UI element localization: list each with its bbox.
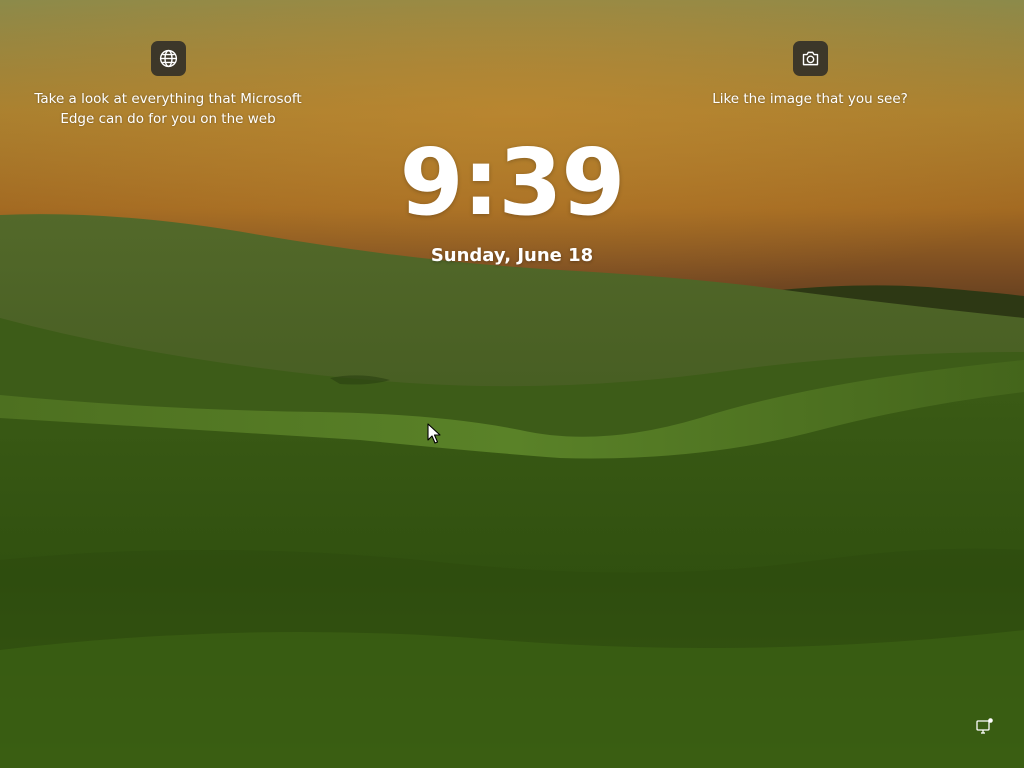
- camera-icon-button[interactable]: [792, 41, 828, 76]
- edge-widget[interactable]: Take a look at everything that Microsoft…: [28, 41, 308, 129]
- network-icon[interactable]: [975, 716, 995, 736]
- lock-screen-date: Sunday, June 18: [430, 245, 594, 266]
- edge-widget-text[interactable]: Take a look at everything that Microsoft…: [28, 89, 308, 129]
- lock-screen-time: 9:39: [399, 129, 626, 236]
- mouse-cursor-icon: [427, 423, 441, 445]
- globe-icon: [159, 49, 177, 68]
- spotlight-widget-text[interactable]: Like the image that you see?: [712, 89, 908, 109]
- globe-icon-button[interactable]: [150, 41, 186, 76]
- camera-icon: [802, 51, 818, 66]
- spotlight-widget[interactable]: Like the image that you see?: [700, 41, 920, 109]
